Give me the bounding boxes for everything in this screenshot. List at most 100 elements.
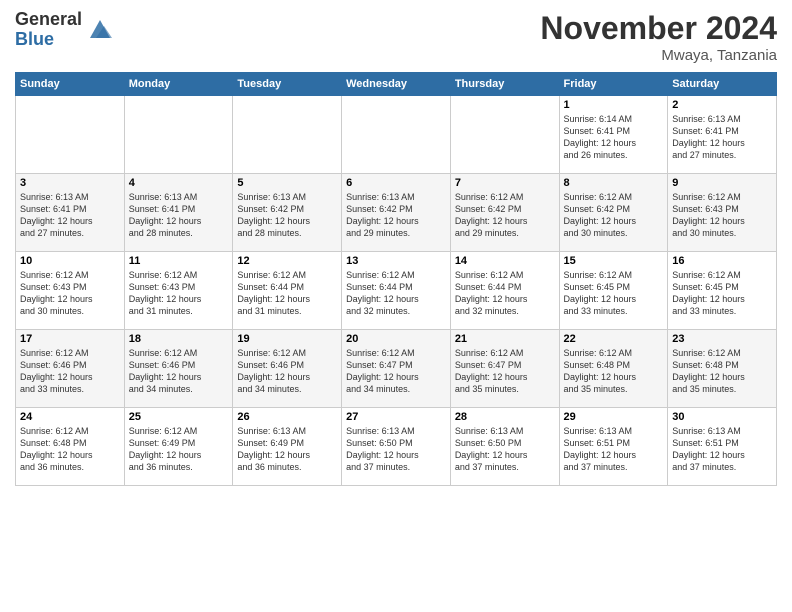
day-info: Sunrise: 6:12 AM Sunset: 6:44 PM Dayligh… [455,269,555,318]
day-number: 17 [20,333,120,345]
calendar-cell: 9 Sunrise: 6:12 AM Sunset: 6:43 PM Daylig… [668,174,777,252]
day-info: Sunrise: 6:14 AM Sunset: 6:41 PM Dayligh… [564,113,664,162]
day-number: 14 [455,255,555,267]
day-info: Sunrise: 6:12 AM Sunset: 6:42 PM Dayligh… [455,191,555,240]
day-info: Sunrise: 6:12 AM Sunset: 6:48 PM Dayligh… [672,347,772,396]
calendar-cell [233,96,342,174]
calendar-cell: 20 Sunrise: 6:12 AM Sunset: 6:47 PM Dayli… [342,330,451,408]
day-info: Sunrise: 6:13 AM Sunset: 6:42 PM Dayligh… [346,191,446,240]
calendar-cell: 14 Sunrise: 6:12 AM Sunset: 6:44 PM Dayli… [450,252,559,330]
logo-general-text: General [15,10,82,30]
day-number: 13 [346,255,446,267]
logo: General Blue [15,10,114,50]
day-info: Sunrise: 6:12 AM Sunset: 6:45 PM Dayligh… [564,269,664,318]
day-info: Sunrise: 6:12 AM Sunset: 6:44 PM Dayligh… [346,269,446,318]
day-number: 25 [129,411,229,423]
day-number: 3 [20,177,120,189]
day-number: 9 [672,177,772,189]
day-number: 20 [346,333,446,345]
calendar-cell: 30Sunrise: 6:13 AM Sunset: 6:51 PM Dayli… [668,408,777,486]
header-monday: Monday [124,73,233,96]
header-friday: Friday [559,73,668,96]
day-info: Sunrise: 6:12 AM Sunset: 6:43 PM Dayligh… [672,191,772,240]
day-number: 23 [672,333,772,345]
header-wednesday: Wednesday [342,73,451,96]
calendar-cell [124,96,233,174]
header-row: Sunday Monday Tuesday Wednesday Thursday… [16,73,777,96]
day-number: 5 [237,177,337,189]
calendar-cell: 12 Sunrise: 6:12 AM Sunset: 6:44 PM Dayli… [233,252,342,330]
day-info: Sunrise: 6:12 AM Sunset: 6:46 PM Dayligh… [237,347,337,396]
header-saturday: Saturday [668,73,777,96]
calendar-cell: 29 Sunrise: 6:13 AM Sunset: 6:51 PM Dayli… [559,408,668,486]
calendar-cell: 10 Sunrise: 6:12 AM Sunset: 6:43 PM Dayli… [16,252,125,330]
day-number: 2 [672,99,772,111]
calendar-cell: 11 Sunrise: 6:12 AM Sunset: 6:43 PM Dayli… [124,252,233,330]
day-number: 22 [564,333,664,345]
calendar-cell: 6 Sunrise: 6:13 AM Sunset: 6:42 PM Daylig… [342,174,451,252]
day-number: 11 [129,255,229,267]
day-number: 29 [564,411,664,423]
calendar-cell: 19 Sunrise: 6:12 AM Sunset: 6:46 PM Dayli… [233,330,342,408]
day-number: 12 [237,255,337,267]
day-info: Sunrise: 6:12 AM Sunset: 6:44 PM Dayligh… [237,269,337,318]
calendar-cell [450,96,559,174]
week-row-4: 17 Sunrise: 6:12 AM Sunset: 6:46 PM Dayli… [16,330,777,408]
page-container: General Blue November 2024 Mwaya, Tanzan… [0,0,792,491]
day-info: Sunrise: 6:13 AM Sunset: 6:50 PM Dayligh… [346,425,446,474]
calendar-cell: 23 Sunrise: 6:12 AM Sunset: 6:48 PM Dayli… [668,330,777,408]
logo-blue-text: Blue [15,30,82,50]
calendar-cell: 25 Sunrise: 6:12 AM Sunset: 6:49 PM Dayli… [124,408,233,486]
day-info: Sunrise: 6:13 AM Sunset: 6:42 PM Dayligh… [237,191,337,240]
day-info: Sunrise: 6:12 AM Sunset: 6:46 PM Dayligh… [20,347,120,396]
calendar-cell [342,96,451,174]
day-number: 1 [564,99,664,111]
day-number: 18 [129,333,229,345]
calendar-cell: 3 Sunrise: 6:13 AM Sunset: 6:41 PM Daylig… [16,174,125,252]
week-row-3: 10 Sunrise: 6:12 AM Sunset: 6:43 PM Dayli… [16,252,777,330]
calendar-cell: 5 Sunrise: 6:13 AM Sunset: 6:42 PM Daylig… [233,174,342,252]
day-number: 15 [564,255,664,267]
day-info: Sunrise: 6:12 AM Sunset: 6:45 PM Dayligh… [672,269,772,318]
header-thursday: Thursday [450,73,559,96]
calendar-cell: 18Sunrise: 6:12 AM Sunset: 6:46 PM Dayli… [124,330,233,408]
calendar-cell [16,96,125,174]
day-info: Sunrise: 6:12 AM Sunset: 6:47 PM Dayligh… [455,347,555,396]
calendar-cell: 2Sunrise: 6:13 AM Sunset: 6:41 PM Daylig… [668,96,777,174]
header-tuesday: Tuesday [233,73,342,96]
week-row-5: 24 Sunrise: 6:12 AM Sunset: 6:48 PM Dayli… [16,408,777,486]
calendar-cell: 15 Sunrise: 6:12 AM Sunset: 6:45 PM Dayli… [559,252,668,330]
day-number: 7 [455,177,555,189]
day-info: Sunrise: 6:12 AM Sunset: 6:48 PM Dayligh… [20,425,120,474]
day-info: Sunrise: 6:12 AM Sunset: 6:43 PM Dayligh… [129,269,229,318]
calendar-cell: 16Sunrise: 6:12 AM Sunset: 6:45 PM Dayli… [668,252,777,330]
day-number: 26 [237,411,337,423]
location-title: Mwaya, Tanzania [540,47,777,64]
day-number: 24 [20,411,120,423]
calendar-table: Sunday Monday Tuesday Wednesday Thursday… [15,72,777,486]
calendar-cell: 27 Sunrise: 6:13 AM Sunset: 6:50 PM Dayli… [342,408,451,486]
day-info: Sunrise: 6:12 AM Sunset: 6:47 PM Dayligh… [346,347,446,396]
calendar-cell: 13 Sunrise: 6:12 AM Sunset: 6:44 PM Dayli… [342,252,451,330]
day-number: 4 [129,177,229,189]
day-number: 27 [346,411,446,423]
day-info: Sunrise: 6:12 AM Sunset: 6:48 PM Dayligh… [564,347,664,396]
calendar-cell: 22 Sunrise: 6:12 AM Sunset: 6:48 PM Dayli… [559,330,668,408]
day-number: 10 [20,255,120,267]
day-info: Sunrise: 6:13 AM Sunset: 6:50 PM Dayligh… [455,425,555,474]
calendar-cell: 8Sunrise: 6:12 AM Sunset: 6:42 PM Daylig… [559,174,668,252]
day-number: 19 [237,333,337,345]
day-info: Sunrise: 6:12 AM Sunset: 6:49 PM Dayligh… [129,425,229,474]
day-info: Sunrise: 6:13 AM Sunset: 6:41 PM Dayligh… [129,191,229,240]
month-title: November 2024 [540,10,777,47]
calendar-cell: 21Sunrise: 6:12 AM Sunset: 6:47 PM Dayli… [450,330,559,408]
week-row-2: 3 Sunrise: 6:13 AM Sunset: 6:41 PM Daylig… [16,174,777,252]
day-number: 6 [346,177,446,189]
day-info: Sunrise: 6:12 AM Sunset: 6:43 PM Dayligh… [20,269,120,318]
day-info: Sunrise: 6:13 AM Sunset: 6:41 PM Dayligh… [20,191,120,240]
week-row-1: 1 Sunrise: 6:14 AM Sunset: 6:41 PM Daylig… [16,96,777,174]
day-info: Sunrise: 6:13 AM Sunset: 6:51 PM Dayligh… [564,425,664,474]
day-info: Sunrise: 6:13 AM Sunset: 6:51 PM Dayligh… [672,425,772,474]
header: General Blue November 2024 Mwaya, Tanzan… [15,10,777,64]
calendar-cell: 4 Sunrise: 6:13 AM Sunset: 6:41 PM Daylig… [124,174,233,252]
